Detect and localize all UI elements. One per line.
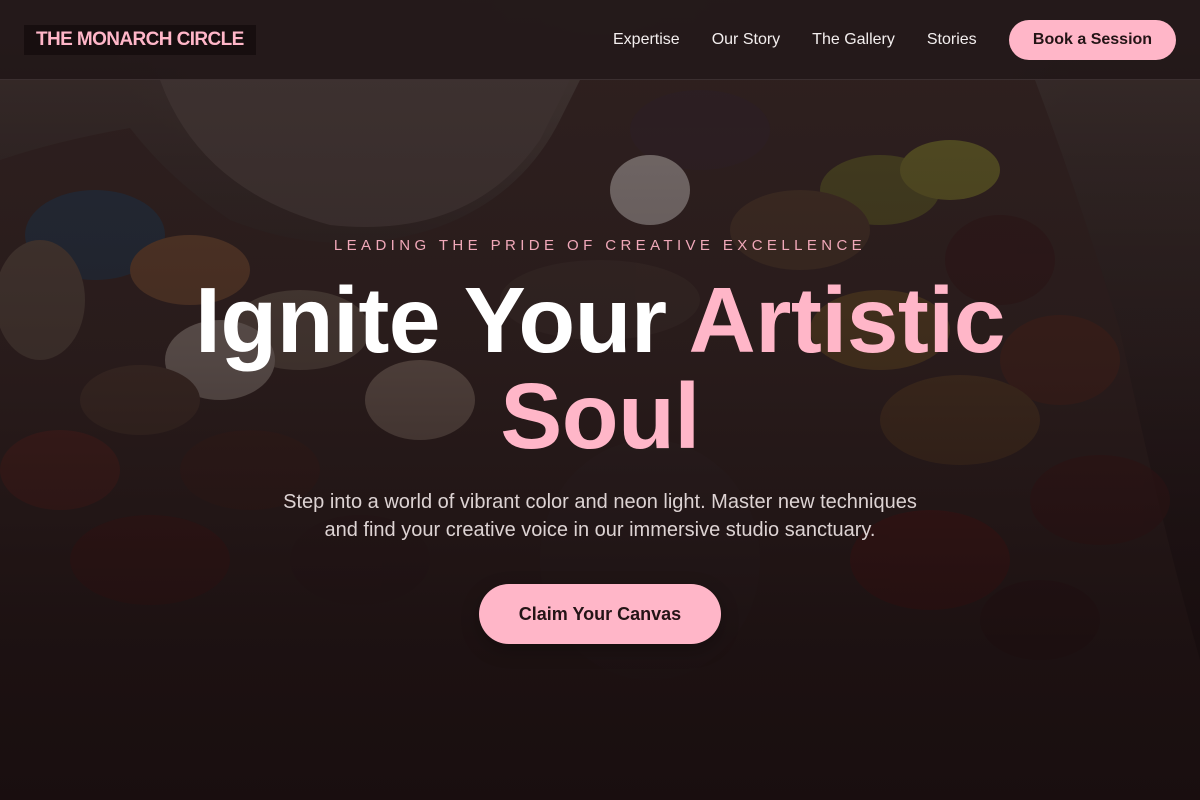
hero-eyebrow: LEADING THE PRIDE OF CREATIVE EXCELLENCE xyxy=(333,237,867,254)
hero-subtext-line-2: and find your creative voice in our imme… xyxy=(324,519,876,541)
headline-pink-text-2: Soul xyxy=(500,364,700,468)
hero-headline: Ignite Your Artistic Soul xyxy=(100,272,1100,464)
hero-subtext: Step into a world of vibrant color and n… xyxy=(250,488,950,544)
headline-white-text: Ignite Your xyxy=(195,268,667,372)
claim-canvas-button[interactable]: Claim Your Canvas xyxy=(479,584,721,644)
hero-subtext-line-1: Step into a world of vibrant color and n… xyxy=(283,491,917,513)
hero-section: LEADING THE PRIDE OF CREATIVE EXCELLENCE… xyxy=(0,0,1200,800)
page: THE MONARCH CIRCLE Expertise Our Story T… xyxy=(0,0,1200,800)
headline-pink-text-1: Artistic xyxy=(688,268,1006,372)
